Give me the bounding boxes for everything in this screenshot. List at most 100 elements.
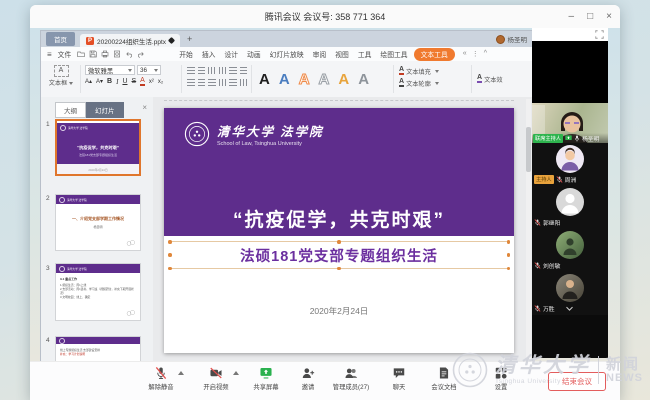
textbox-button[interactable]: A 文本框 <box>45 61 77 97</box>
panel-close-icon[interactable]: × <box>142 103 147 112</box>
canvas-scrollbar-thumb[interactable] <box>526 127 531 172</box>
open-folder-icon[interactable] <box>77 50 85 58</box>
subscript-button[interactable]: x₂ <box>158 79 163 85</box>
shrink-font-button[interactable]: A▾ <box>96 78 103 85</box>
menu-tools[interactable]: 工具 <box>358 49 372 59</box>
new-tab-button[interactable]: + <box>187 34 192 44</box>
mic-off-icon <box>154 366 168 380</box>
slide-panel: 大纲 幻灯片 × 1 清华大学 法学院 “抗疫促学，共克时艰” 法硕181党支部… <box>41 97 154 361</box>
hamburger-icon[interactable]: ≡ <box>47 50 52 59</box>
list-buttons[interactable] <box>187 67 247 74</box>
wordart-style-4[interactable]: A <box>319 72 330 87</box>
text-fill-button[interactable]: A 文本填充 <box>399 65 469 77</box>
grow-font-button[interactable]: A▴ <box>85 78 92 85</box>
menu-insert[interactable]: 插入 <box>202 49 216 59</box>
tab-text-tools[interactable]: 文本工具 <box>414 48 455 61</box>
wordart-gallery[interactable]: A A A A A A <box>259 61 369 97</box>
menu-home[interactable]: 开始 <box>179 49 193 59</box>
avatar-cartoon <box>556 145 584 173</box>
tab-outline[interactable]: 大纲 <box>55 102 86 118</box>
wordart-style-2[interactable]: A <box>279 72 290 87</box>
wordart-style-6[interactable]: A <box>358 72 369 87</box>
more-icon[interactable]: ⋮ <box>472 50 479 58</box>
tab-slides[interactable]: 幻灯片 <box>86 102 124 118</box>
maximize-button[interactable]: □ <box>587 12 593 22</box>
preview-icon[interactable] <box>113 50 121 58</box>
close-button[interactable]: × <box>606 12 612 22</box>
superscript-button[interactable]: x² <box>149 79 154 85</box>
chevron-down-icon[interactable] <box>565 306 574 312</box>
thumb3-line: 3.文明校园：线上、确定 <box>60 295 136 299</box>
minimize-button[interactable]: – <box>569 12 575 22</box>
text-effect-button[interactable]: A 文本效 <box>477 61 533 97</box>
wordart-style-1[interactable]: A <box>259 72 270 87</box>
font-size-select[interactable]: 36 <box>137 65 161 75</box>
textbox-label: 文本框 <box>49 80 68 87</box>
document-icon <box>437 366 451 380</box>
tsinghua-seal-icon <box>184 121 210 147</box>
video-tile-participant[interactable]: 万胜 <box>532 272 608 315</box>
video-tile-camera-dark[interactable] <box>532 41 608 103</box>
undo-icon[interactable] <box>125 50 133 58</box>
font-name-select[interactable]: 微软雅黑 <box>85 65 135 75</box>
bold-button[interactable]: B <box>107 78 112 85</box>
school-logo: 清华大学 法学院 School of Law, Tsinghua Univers… <box>184 121 324 147</box>
text-fill-label: 文本填充 <box>406 67 431 76</box>
sidebar-header <box>532 28 608 42</box>
align-buttons[interactable] <box>187 79 247 86</box>
menu-view[interactable]: 视图 <box>335 49 349 59</box>
italic-button[interactable]: I <box>116 78 118 86</box>
thumb-logo-text: 清华大学 法学院 <box>67 267 87 271</box>
menu-file[interactable]: 文件 <box>58 49 72 59</box>
video-tile-cohost[interactable]: 联席主持人 杨圣明 <box>532 103 608 143</box>
thumb3-line: 2.支部活动：周1选书、学习班（视频研讨，补充下期开展状况） <box>60 287 136 295</box>
edit-pen-icon <box>168 37 175 44</box>
strikethrough-button[interactable]: S <box>132 78 137 85</box>
slide-number: 1 <box>46 121 50 128</box>
thumb1-title: “抗疫促学，共克时艰” <box>57 145 139 151</box>
redo-icon[interactable] <box>137 50 145 58</box>
ruler <box>164 100 514 101</box>
text-outline-icon: A <box>399 79 404 87</box>
mic-options-caret[interactable] <box>178 371 184 375</box>
expand-layout-icon[interactable] <box>595 30 604 39</box>
slide-thumbnail-2[interactable]: 清华大学 法学院 一、介绍党支部学期工作情况 杨圣明 <box>55 194 141 251</box>
collapse-ribbon-icon[interactable]: ^ <box>484 50 487 58</box>
slide-number: 3 <box>46 265 50 272</box>
unmute-button[interactable]: 解除静音 <box>132 366 190 391</box>
menu-review[interactable]: 审阅 <box>313 49 327 59</box>
slide-thumbnail-1[interactable]: 清华大学 法学院 “抗疫促学，共克时艰” 法硕181党支部专题组织生活 2020… <box>55 119 141 176</box>
video-tile-participant[interactable]: 刘创敏 <box>532 229 608 272</box>
current-slide[interactable]: 清华大学 法学院 School of Law, Tsinghua Univers… <box>164 108 514 353</box>
slide-thumbnail-4[interactable]: 线上专题组织生活 支部建设安排 补充：学习计划说明 <box>55 336 141 362</box>
wordart-style-3[interactable]: A <box>299 72 310 87</box>
wps-account[interactable]: 杨圣明 <box>496 34 528 44</box>
members-icon <box>344 366 358 380</box>
menu-slideshow[interactable]: 幻灯片放映 <box>270 49 304 59</box>
video-tile-host[interactable]: 主持人 周洲 <box>532 143 608 186</box>
thumb-logo-text: 清华大学 法学院 <box>67 198 87 202</box>
slide-thumbnail-3[interactable]: 清华大学 法学院 3-1 重点工作 1.组织生活：周1上线 2.支部活动：周1选… <box>55 263 141 321</box>
wordart-style-5[interactable]: A <box>338 72 349 87</box>
wps-home-tab[interactable]: 首页 <box>46 32 75 46</box>
slide-canvas[interactable]: 清华大学 法学院 School of Law, Tsinghua Univers… <box>153 97 532 361</box>
avatar-photo-nature <box>556 231 584 259</box>
titlebar[interactable]: 腾讯会议 会议号: 358 771 364 – □ × <box>30 5 620 29</box>
print-icon[interactable] <box>101 50 109 58</box>
menu-animation[interactable]: 动画 <box>247 49 261 59</box>
menu-draw-tools[interactable]: 绘图工具 <box>380 49 407 59</box>
end-meeting-button[interactable]: 结束会议 <box>548 372 606 391</box>
slide-purple-banner: 清华大学 法学院 School of Law, Tsinghua Univers… <box>164 108 514 236</box>
wps-document-tab[interactable]: P 20200224组织生活.pptx <box>80 34 180 47</box>
text-outline-button[interactable]: A 文本轮廓 <box>399 77 469 89</box>
settings-button[interactable]: 设置 <box>472 366 530 391</box>
menu-design[interactable]: 设计 <box>224 49 238 59</box>
font-color-button[interactable]: A <box>140 77 145 86</box>
unmute-label: 解除静音 <box>132 382 190 391</box>
textbox-icon: A <box>54 65 69 77</box>
video-tile-participant[interactable]: 郭继阳 <box>532 186 608 229</box>
save-icon[interactable] <box>89 50 97 58</box>
share-icon[interactable]: « <box>463 50 467 58</box>
meeting-docs-button[interactable]: 会议文档 <box>415 366 473 391</box>
underline-button[interactable]: U <box>122 78 127 85</box>
